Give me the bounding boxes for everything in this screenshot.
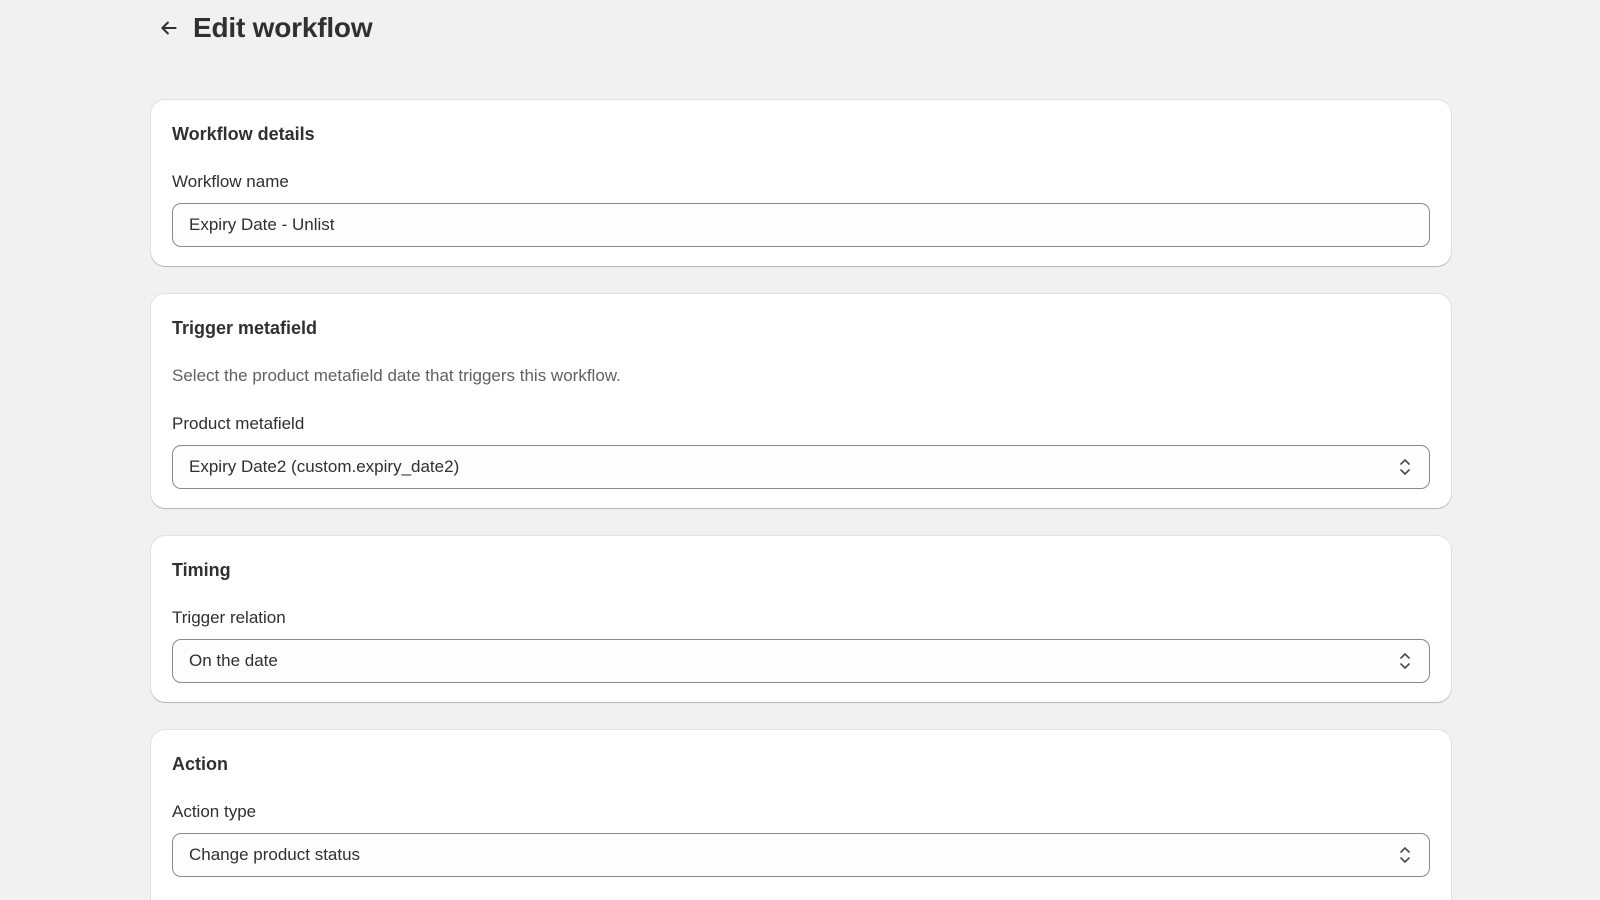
select-chevron-icon [1397,650,1413,672]
workflow-name-value: Expiry Date - Unlist [189,215,335,234]
timing-title: Timing [172,560,231,580]
action-card: Action Action type Change product status [151,730,1451,900]
action-type-label: Action type [172,802,257,821]
trigger-relation-label: Trigger relation [172,608,286,627]
workflow-name-input[interactable]: Expiry Date - Unlist [172,203,1430,247]
product-metafield-value: Expiry Date2 (custom.expiry_date2) [189,457,460,476]
trigger-metafield-title: Trigger metafield [172,318,318,338]
arrow-left-icon [161,21,177,35]
action-type-value: Change product status [189,845,361,864]
product-metafield-select[interactable]: Expiry Date2 (custom.expiry_date2) [172,445,1430,489]
product-metafield-label: Product metafield [172,414,305,433]
trigger-relation-select[interactable]: On the date [172,639,1430,683]
trigger-metafield-description: Select the product metafield date that t… [172,366,621,385]
select-chevron-icon [1397,456,1413,478]
trigger-relation-value: On the date [189,651,278,670]
action-type-select[interactable]: Change product status [172,833,1430,877]
timing-card: Timing Trigger relation On the date [151,536,1451,702]
select-chevron-icon [1397,844,1413,866]
trigger-metafield-card: Trigger metafield Select the product met… [151,294,1451,508]
workflow-name-label: Workflow name [172,172,289,191]
page-title: Edit workflow [193,12,373,43]
edit-workflow-page: Edit workflow Workflow details Workflow … [0,0,1600,900]
action-title: Action [172,754,228,774]
back-button[interactable] [151,10,187,46]
workflow-details-title: Workflow details [172,124,315,144]
workflow-details-card: Workflow details Workflow name Expiry Da… [151,100,1451,266]
page-header: Edit workflow [151,8,373,48]
